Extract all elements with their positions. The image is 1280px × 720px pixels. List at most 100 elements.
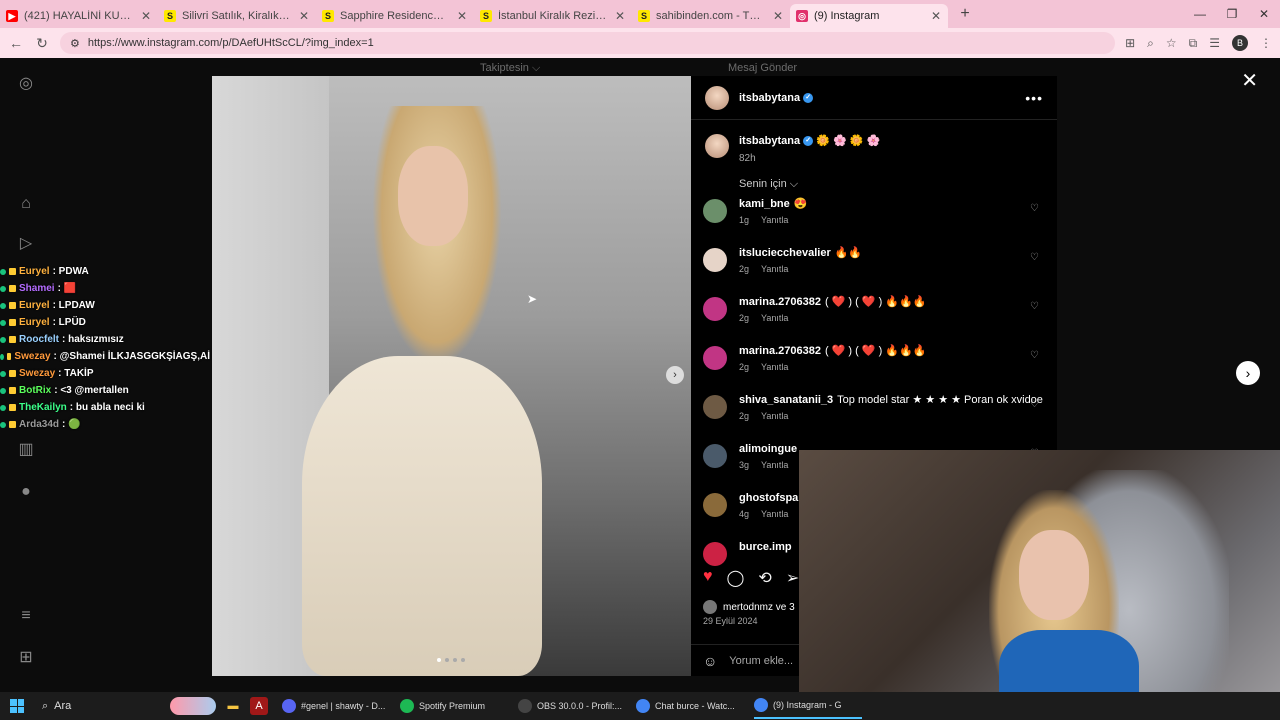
commenter-avatar[interactable]: [703, 199, 727, 223]
insights-icon[interactable]: ▥: [16, 440, 36, 460]
image-next-button[interactable]: ›: [666, 366, 684, 384]
browser-tab[interactable]: ◎ (9) Instagram ✕: [790, 4, 948, 28]
browser-tab[interactable]: S İstanbul Kiralık Rezidans Fiyatla ✕: [474, 4, 632, 28]
caption-username[interactable]: itsbabytana ✓ 🌼 🌸 🌼 🌸: [739, 134, 880, 147]
commenter-username[interactable]: alimoingue: [739, 443, 797, 455]
close-window-button[interactable]: ✕: [1248, 0, 1280, 28]
author-username[interactable]: itsbabytana ✓: [739, 92, 814, 104]
emoji-icon[interactable]: ☺: [703, 653, 717, 669]
commenter-avatar[interactable]: [703, 542, 727, 566]
bookmark-star-icon[interactable]: ☆: [1166, 36, 1177, 50]
commenter-username[interactable]: itsluciecchevalier: [739, 247, 831, 259]
profile-icon[interactable]: ●: [16, 482, 36, 502]
zoom-icon[interactable]: ⌕: [1147, 36, 1154, 51]
more-menu-icon[interactable]: ≡: [16, 606, 36, 626]
reply-button[interactable]: Yanıtla: [761, 460, 788, 470]
commenter-avatar[interactable]: [703, 248, 727, 272]
comment-time: 4g: [739, 509, 750, 519]
browser-menu-icon[interactable]: ⋮: [1260, 36, 1272, 50]
like-heart-icon[interactable]: ♥: [703, 568, 713, 588]
comment-filter-dropdown[interactable]: Senin için ⌵: [691, 164, 1057, 191]
comment-like-icon[interactable]: ♡: [1030, 203, 1039, 214]
tab-close-icon[interactable]: ✕: [456, 9, 468, 23]
chat-text: : bu abla neci ki: [69, 402, 145, 413]
comment-time: 3g: [739, 460, 750, 470]
send-message-label[interactable]: Mesaj Gönder: [728, 62, 797, 74]
tab-close-icon[interactable]: ✕: [298, 9, 310, 23]
instagram-logo-icon[interactable]: ◎: [16, 74, 36, 94]
apps-icon[interactable]: ⊞: [16, 648, 36, 668]
taskbar-app[interactable]: #genel | shawty - D...: [282, 693, 390, 719]
commenter-username[interactable]: kami_bne: [739, 198, 790, 210]
taskbar-app[interactable]: OBS 30.0.0 - Profil:...: [518, 693, 626, 719]
reply-button[interactable]: Yanıtla: [761, 264, 788, 274]
stream-chat-overlay: Euryel: PDWA Shamei: 🟥 Euryel: LPDAW Euryel…: [0, 263, 210, 433]
author-avatar[interactable]: [705, 85, 729, 110]
extensions-icon[interactable]: ⧉: [1189, 36, 1198, 51]
repost-icon[interactable]: ⟲: [758, 568, 771, 588]
comment-like-icon[interactable]: ♡: [1030, 301, 1039, 312]
reply-button[interactable]: Yanıtla: [761, 362, 788, 372]
reply-button[interactable]: Yanıtla: [761, 215, 788, 225]
post-image[interactable]: › ➤: [212, 76, 691, 676]
browser-tab[interactable]: S Sapphire Residence Boğaz Man ✕: [316, 4, 474, 28]
new-tab-button[interactable]: +: [954, 5, 976, 23]
following-label[interactable]: Takiptesin ⌵: [480, 62, 540, 75]
comment-icon[interactable]: ◯: [727, 568, 745, 588]
profile-avatar[interactable]: B: [1232, 35, 1248, 51]
more-options-icon[interactable]: •••: [1025, 90, 1043, 106]
commenter-username[interactable]: marina.2706382: [739, 345, 821, 357]
chat-badge-icon: [0, 319, 6, 326]
comment-like-icon[interactable]: ♡: [1030, 399, 1039, 410]
reply-button[interactable]: Yanıtla: [761, 313, 788, 323]
chat-badge-icon: [0, 302, 6, 309]
comment-like-icon[interactable]: ♡: [1030, 252, 1039, 263]
commenter-avatar[interactable]: [703, 346, 727, 370]
reels-icon[interactable]: ▷: [16, 234, 36, 254]
home-icon[interactable]: ⌂: [16, 194, 36, 214]
maximize-button[interactable]: ❐: [1216, 0, 1248, 28]
comment-like-icon[interactable]: ♡: [1030, 350, 1039, 361]
reply-button[interactable]: Yanıtla: [761, 411, 788, 421]
commenter-username[interactable]: marina.2706382: [739, 296, 821, 308]
file-explorer-icon[interactable]: ▬: [224, 697, 242, 715]
widgets-icon[interactable]: [170, 697, 216, 715]
taskbar-app[interactable]: Spotify Premium: [400, 693, 508, 719]
start-button[interactable]: [10, 699, 24, 713]
back-button[interactable]: ←: [8, 35, 24, 51]
tab-close-icon[interactable]: ✕: [930, 9, 942, 23]
commenter-username[interactable]: burce.imp: [739, 541, 792, 553]
tab-close-icon[interactable]: ✕: [614, 9, 626, 23]
commenter-username[interactable]: shiva_sanatanii_3: [739, 394, 833, 406]
share-icon[interactable]: ➢: [786, 568, 799, 588]
comment-time: 2g: [739, 411, 750, 421]
chat-badge-icon: [0, 285, 6, 292]
liked-by[interactable]: mertodnmz ve 3: [703, 600, 795, 614]
tab-close-icon[interactable]: ✕: [140, 9, 152, 23]
commenter-avatar[interactable]: [703, 444, 727, 468]
reply-button[interactable]: Yanıtla: [761, 509, 788, 519]
commenter-avatar[interactable]: [703, 297, 727, 321]
taskbar-search[interactable]: ⌕ Ara: [42, 700, 162, 713]
commenter-username[interactable]: ghostofspart: [739, 492, 806, 504]
commenter-avatar[interactable]: [703, 493, 727, 517]
app-icon-red[interactable]: A: [250, 697, 268, 715]
add-comment-input[interactable]: Yorum ekle...: [729, 655, 793, 667]
browser-tab[interactable]: Ssahibinden.com - Türkiye'nin Or ✕: [632, 4, 790, 28]
tab-close-icon[interactable]: ✕: [772, 9, 784, 23]
taskbar-app[interactable]: Chat burce - Watc...: [636, 693, 744, 719]
next-post-button[interactable]: ›: [1236, 361, 1260, 385]
browser-tab[interactable]: S Silivri Satılık, Kiralık Emlak İlanla ✕: [158, 4, 316, 28]
reload-button[interactable]: ↻: [34, 35, 50, 52]
address-bar[interactable]: ⚙ https://www.instagram.com/p/DAefUHtScC…: [60, 32, 1116, 54]
taskbar-app[interactable]: (9) Instagram - G: [754, 693, 862, 719]
minimize-button[interactable]: —: [1184, 0, 1216, 28]
site-info-icon[interactable]: ⚙: [70, 37, 80, 50]
install-app-icon[interactable]: ⊞: [1125, 36, 1135, 50]
commenter-avatar[interactable]: [703, 395, 727, 419]
chat-text: : LPDAW: [52, 300, 95, 311]
sidebar-icon[interactable]: ☰: [1209, 36, 1220, 50]
caption-avatar[interactable]: [705, 134, 729, 158]
close-modal-icon[interactable]: ✕: [1241, 68, 1258, 93]
browser-tab[interactable]: ▶ (421) HAYALİNİ KURDUĞUMUZ ✕: [0, 4, 158, 28]
